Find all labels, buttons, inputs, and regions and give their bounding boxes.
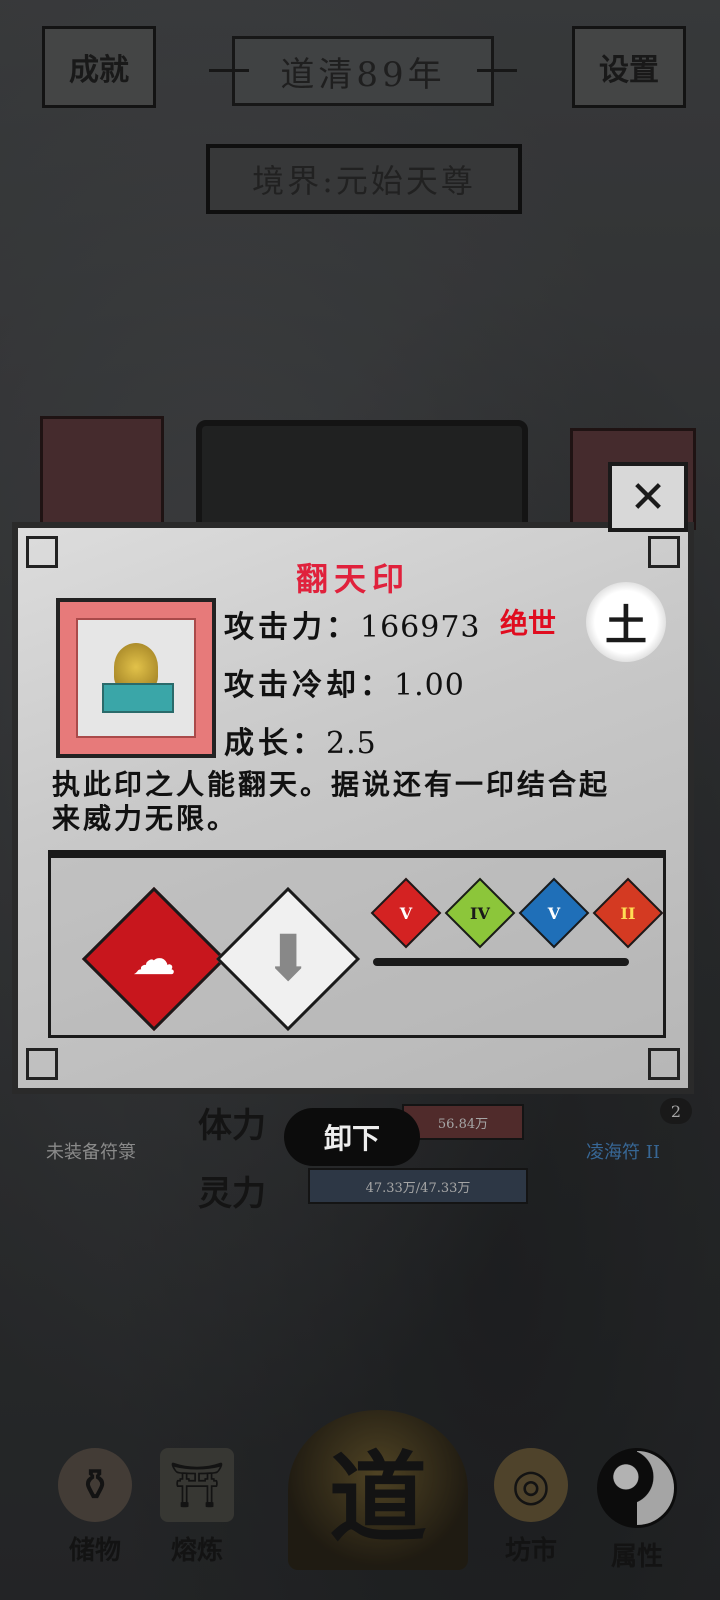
- close-icon: ✕: [629, 471, 667, 523]
- down-arrow-icon: ⬇: [261, 922, 315, 996]
- item-icon-frame: [56, 598, 216, 758]
- close-button[interactable]: ✕: [608, 462, 688, 532]
- item-detail-modal: 翻天印 攻击力：166973 绝世 土 攻击冷却：1.00 成长：2.5 执此印…: [12, 522, 694, 1094]
- rune-gem-3[interactable]: V: [518, 877, 590, 949]
- corner-ornament: [26, 1048, 58, 1080]
- cooldown-value: 1.00: [394, 668, 465, 703]
- rarity-label: 绝世: [500, 607, 557, 640]
- seal-base: [102, 683, 174, 713]
- attack-value: 166973: [360, 610, 481, 645]
- growth-stat: 成长：2.5: [224, 718, 377, 762]
- attack-stat: 攻击力：166973: [224, 602, 481, 646]
- rune-gem-4[interactable]: II: [592, 877, 664, 949]
- unequip-button[interactable]: 卸下: [284, 1108, 420, 1166]
- skill-slot-1[interactable]: ☁: [81, 886, 227, 1032]
- growth-label: 成长：: [224, 726, 326, 761]
- item-description: 执此印之人能翻天。据说还有一印结合起来威力无限。: [52, 768, 611, 835]
- rune-gem-2-label: IV: [470, 903, 490, 923]
- rune-gem-4-label: II: [620, 903, 636, 923]
- rune-gem-1[interactable]: V: [370, 877, 442, 949]
- skill-slot-2[interactable]: ⬇: [215, 886, 361, 1032]
- attack-label: 攻击力：: [224, 610, 360, 645]
- rune-gem-2[interactable]: IV: [444, 877, 516, 949]
- growth-value: 2.5: [326, 726, 377, 761]
- element-badge: 土: [586, 582, 666, 662]
- cooldown-label: 攻击冷却：: [224, 668, 394, 703]
- rune-gem-3-label: V: [547, 903, 561, 923]
- item-name: 翻天印: [295, 560, 410, 598]
- corner-ornament: [648, 1048, 680, 1080]
- mountain-swirl-icon: ☁: [132, 933, 176, 985]
- brush-divider: [373, 958, 629, 966]
- item-icon-inner: [76, 618, 196, 738]
- rune-gem-1-label: V: [399, 903, 413, 923]
- golden-seal-icon: [96, 643, 176, 713]
- cooldown-stat: 攻击冷却：1.00: [224, 660, 465, 704]
- skill-slot-panel: ☁ ⬇ V IV V II: [48, 850, 666, 1038]
